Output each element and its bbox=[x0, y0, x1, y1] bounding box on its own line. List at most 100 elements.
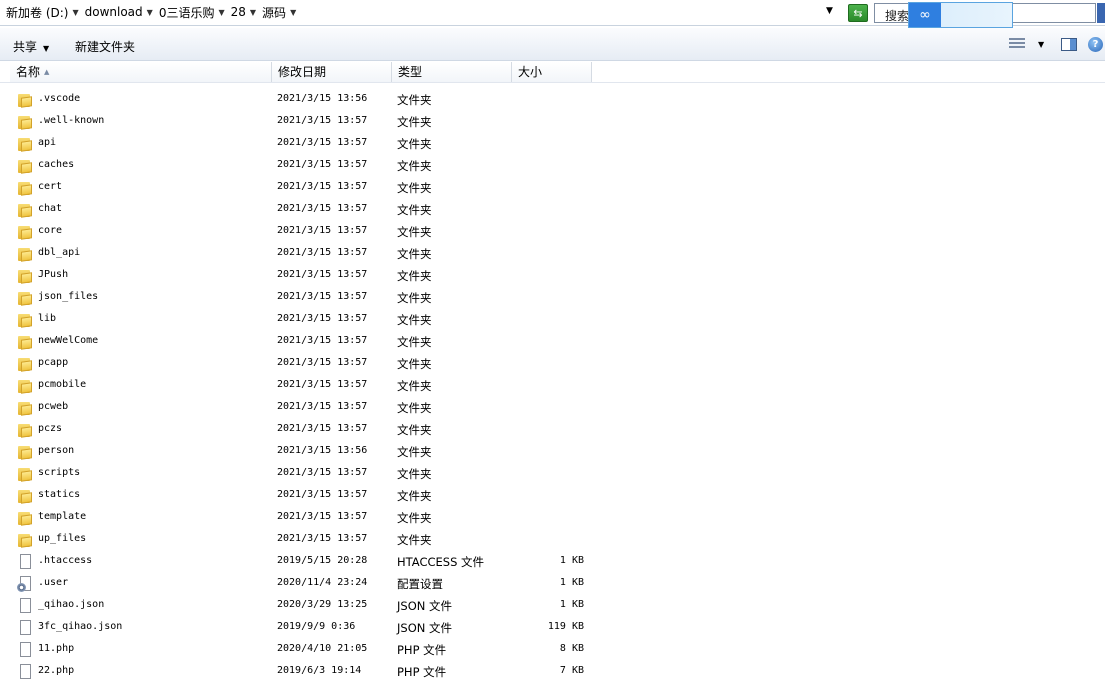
file-name: caches bbox=[38, 159, 75, 170]
file-row[interactable]: lib 2021/3/15 13:57 文件夹 bbox=[0, 310, 1105, 332]
chevron-down-icon[interactable]: ▼ bbox=[290, 8, 296, 17]
file-type: 文件夹 bbox=[397, 247, 432, 261]
chevron-down-icon[interactable]: ▼ bbox=[72, 8, 78, 17]
column-header-date[interactable]: 修改日期 bbox=[272, 62, 392, 82]
file-date: 2021/3/15 13:57 bbox=[277, 225, 368, 236]
file-row[interactable]: 22.php 2019/6/3 19:14 PHP 文件 7 KB bbox=[0, 662, 1105, 684]
chevron-down-icon: ▼ bbox=[43, 44, 50, 53]
file-row[interactable]: JPush 2021/3/15 13:57 文件夹 bbox=[0, 266, 1105, 288]
file-row[interactable]: .vscode 2021/3/15 13:56 文件夹 bbox=[0, 90, 1105, 112]
view-details-icon[interactable] bbox=[1009, 38, 1027, 50]
sort-ascending-icon: ▲ bbox=[44, 68, 50, 76]
file-name: .htaccess bbox=[38, 555, 93, 566]
folder-icon bbox=[17, 312, 33, 328]
file-name: person bbox=[38, 445, 75, 456]
view-options-chevron-icon[interactable]: ▼ bbox=[1038, 40, 1044, 49]
column-name-label: 名称 bbox=[16, 65, 41, 79]
file-row[interactable]: pcapp 2021/3/15 13:57 文件夹 bbox=[0, 354, 1105, 376]
file-row[interactable]: newWelCome 2021/3/15 13:57 文件夹 bbox=[0, 332, 1105, 354]
file-date: 2021/3/15 13:57 bbox=[277, 181, 368, 192]
file-row[interactable]: json_files 2021/3/15 13:57 文件夹 bbox=[0, 288, 1105, 310]
file-row[interactable]: .htaccess 2019/5/15 20:28 HTACCESS 文件 1 KB bbox=[0, 552, 1105, 574]
chevron-down-icon[interactable]: ▼ bbox=[250, 8, 256, 17]
folder-icon bbox=[17, 422, 33, 438]
file-date: 2021/3/15 13:57 bbox=[277, 357, 368, 368]
file-row[interactable]: up_files 2021/3/15 13:57 文件夹 bbox=[0, 530, 1105, 552]
file-row[interactable]: cert 2021/3/15 13:57 文件夹 bbox=[0, 178, 1105, 200]
file-row[interactable]: 11.php 2020/4/10 21:05 PHP 文件 8 KB bbox=[0, 640, 1105, 662]
file-row[interactable]: .well-known 2021/3/15 13:57 文件夹 bbox=[0, 112, 1105, 134]
file-name: .user bbox=[38, 577, 69, 588]
preview-pane-icon[interactable] bbox=[1061, 38, 1077, 51]
file-row[interactable]: chat 2021/3/15 13:57 文件夹 bbox=[0, 200, 1105, 222]
file-date: 2021/3/15 13:57 bbox=[277, 159, 368, 170]
file-date: 2021/3/15 13:57 bbox=[277, 335, 368, 346]
file-name: statics bbox=[38, 489, 81, 500]
file-date: 2019/5/15 20:28 bbox=[277, 555, 368, 566]
new-folder-button[interactable]: 新建文件夹 bbox=[75, 38, 135, 55]
breadcrumb-item-drive[interactable]: 新加卷 (D:) bbox=[4, 4, 70, 21]
file-row[interactable]: dbl_api 2021/3/15 13:57 文件夹 bbox=[0, 244, 1105, 266]
breadcrumb-item-28[interactable]: 28 bbox=[229, 5, 248, 19]
file-row[interactable]: core 2021/3/15 13:57 文件夹 bbox=[0, 222, 1105, 244]
file-row[interactable]: pcweb 2021/3/15 13:57 文件夹 bbox=[0, 398, 1105, 420]
file-name: cert bbox=[38, 181, 63, 192]
column-type-label: 类型 bbox=[398, 65, 423, 79]
file-row[interactable]: pcmobile 2021/3/15 13:57 文件夹 bbox=[0, 376, 1105, 398]
cloud-sync-overlay[interactable]: ∞ bbox=[908, 2, 1013, 28]
file-type: HTACCESS 文件 bbox=[397, 555, 485, 569]
refresh-button[interactable]: ⇆ bbox=[848, 4, 868, 22]
cloud-logo-icon: ∞ bbox=[909, 3, 941, 27]
file-date: 2019/6/3 19:14 bbox=[277, 665, 362, 676]
column-date-label: 修改日期 bbox=[278, 65, 327, 79]
file-row[interactable]: statics 2021/3/15 13:57 文件夹 bbox=[0, 486, 1105, 508]
column-header-size[interactable]: 大小 bbox=[512, 62, 592, 82]
search-button[interactable] bbox=[1097, 3, 1105, 23]
file-date: 2021/3/15 13:57 bbox=[277, 533, 368, 544]
chevron-down-icon[interactable]: ▼ bbox=[218, 8, 224, 17]
file-type: 文件夹 bbox=[397, 291, 432, 305]
folder-icon bbox=[17, 466, 33, 482]
file-type: 文件夹 bbox=[397, 225, 432, 239]
address-history-dropdown-icon[interactable]: ▼ bbox=[826, 6, 833, 16]
breadcrumb-item-sanyu[interactable]: 0三语乐购 bbox=[157, 4, 217, 21]
breadcrumb-item-source[interactable]: 源码 bbox=[260, 4, 288, 21]
file-row[interactable]: scripts 2021/3/15 13:57 文件夹 bbox=[0, 464, 1105, 486]
file-row[interactable]: person 2021/3/15 13:56 文件夹 bbox=[0, 442, 1105, 464]
file-row[interactable]: _qihao.json 2020/3/29 13:25 JSON 文件 1 KB bbox=[0, 596, 1105, 618]
file-type: 文件夹 bbox=[397, 401, 432, 415]
file-date: 2021/3/15 13:56 bbox=[277, 93, 368, 104]
folder-icon bbox=[17, 114, 33, 130]
file-icon bbox=[17, 598, 33, 614]
file-date: 2021/3/15 13:57 bbox=[277, 291, 368, 302]
file-row[interactable]: caches 2021/3/15 13:57 文件夹 bbox=[0, 156, 1105, 178]
file-date: 2021/3/15 13:57 bbox=[277, 423, 368, 434]
share-button[interactable]: 共享 ▼ bbox=[13, 38, 49, 55]
file-row[interactable]: 3fc_qihao.json 2019/9/9 0:36 JSON 文件 119 KB bbox=[0, 618, 1105, 640]
file-date: 2021/3/15 13:57 bbox=[277, 115, 368, 126]
file-date: 2021/3/15 13:57 bbox=[277, 269, 368, 280]
folder-icon bbox=[17, 180, 33, 196]
address-bar: 新加卷 (D:) ▼ download ▼ 0三语乐购 ▼ 28 ▼ 源码 ▼ … bbox=[0, 0, 1105, 28]
file-row[interactable]: .user 2020/11/4 23:24 配置设置 1 KB bbox=[0, 574, 1105, 596]
help-icon[interactable]: ? bbox=[1088, 37, 1103, 52]
column-header-type[interactable]: 类型 bbox=[392, 62, 512, 82]
file-name: .well-known bbox=[38, 115, 105, 126]
file-type: 文件夹 bbox=[397, 489, 432, 503]
folder-icon bbox=[17, 158, 33, 174]
column-header: 名称 ▲ 修改日期 类型 大小 bbox=[0, 62, 1105, 83]
file-name: scripts bbox=[38, 467, 81, 478]
chevron-down-icon[interactable]: ▼ bbox=[147, 8, 153, 17]
file-size: 7 KB bbox=[559, 665, 584, 676]
file-row[interactable]: pczs 2021/3/15 13:57 文件夹 bbox=[0, 420, 1105, 442]
breadcrumb-item-download[interactable]: download bbox=[83, 5, 145, 19]
file-row[interactable]: api 2021/3/15 13:57 文件夹 bbox=[0, 134, 1105, 156]
file-type: 文件夹 bbox=[397, 423, 432, 437]
column-header-name[interactable]: 名称 ▲ bbox=[10, 62, 272, 82]
file-name: dbl_api bbox=[38, 247, 81, 258]
file-type: 文件夹 bbox=[397, 335, 432, 349]
file-row[interactable]: template 2021/3/15 13:57 文件夹 bbox=[0, 508, 1105, 530]
file-type: 文件夹 bbox=[397, 313, 432, 327]
file-name: 22.php bbox=[38, 665, 75, 676]
file-type: 文件夹 bbox=[397, 203, 432, 217]
